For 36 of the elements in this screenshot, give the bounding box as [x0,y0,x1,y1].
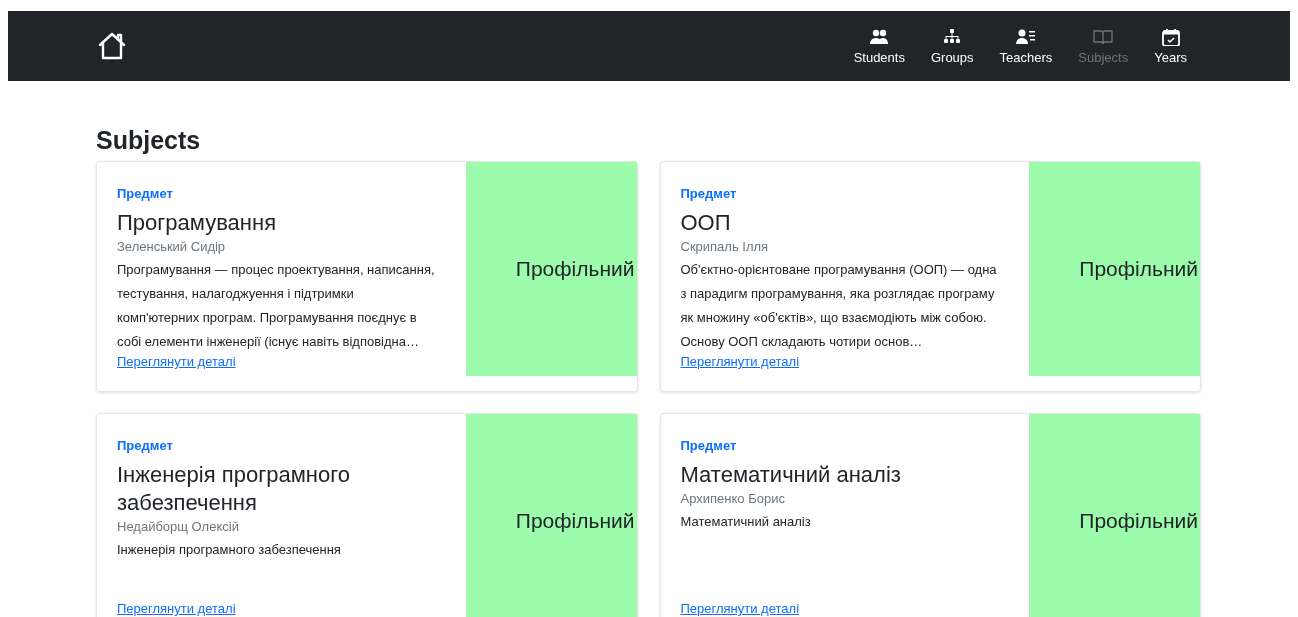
teacher-name: Архипенко Борис [680,491,786,506]
page-title: Subjects [96,125,202,155]
subject-type: Профільний [515,257,636,281]
subject-description: Програмування — процес проектування, написання, тестування, налагоджуення і підтримки комп'ютерних програм. Програмування поєднує в собі елементи інженерії (існує навіть відповідна… [117,261,435,351]
details-link[interactable]: Переглянути деталі [117,354,236,369]
card-label: Предмет [117,186,174,201]
subject-description: Математичний аналіз [680,513,812,531]
nav-link[interactable]: Groups [917,27,987,65]
calendar-check-icon [1160,27,1181,46]
nav-link[interactable]: Years [1141,27,1200,65]
subject-description: Інженерія програмного забезпечення [117,541,342,559]
nav-link[interactable]: Subjects [1065,27,1142,65]
nav-link[interactable]: Students [840,27,918,65]
subject-type: Профільний [1079,509,1199,533]
home-icon[interactable] [96,30,128,62]
book-icon [1093,27,1114,46]
sitemap-icon [942,27,963,46]
teacher-name: Скрипаль Ілля [680,239,770,254]
subject-title: Програмування [117,209,278,237]
people-icon [869,27,890,46]
subject-title: Математичний аналіз [680,461,902,489]
subject-type: Профільний [515,509,636,533]
details-link[interactable]: Переглянути деталі [680,354,800,369]
details-link[interactable]: Переглянути деталі [680,601,800,616]
teacher-name: Зеленський Сидір [117,239,227,254]
nav-link[interactable]: Teachers [986,27,1066,65]
subject-title: Інженерія програмного забезпечення [117,461,351,517]
details-link[interactable]: Переглянути деталі [117,601,236,616]
card-label: Предмет [117,438,174,453]
subject-title: ООП [680,209,732,237]
subject-description: Об'єктно-орієнтоване програмування (ООП) — одна з парадигм програмування, яка розглядає програму як множину «об'єктів», що взаємодіють між собою. Основу ООП складають чотири основ… [680,261,998,351]
card-label: Предмет [680,438,738,453]
card-label: Предмет [680,186,738,201]
subject-type: Профільний [1079,257,1199,281]
teacher-name: Недайборщ Олексій [117,519,240,534]
person-list-icon [1015,27,1036,46]
